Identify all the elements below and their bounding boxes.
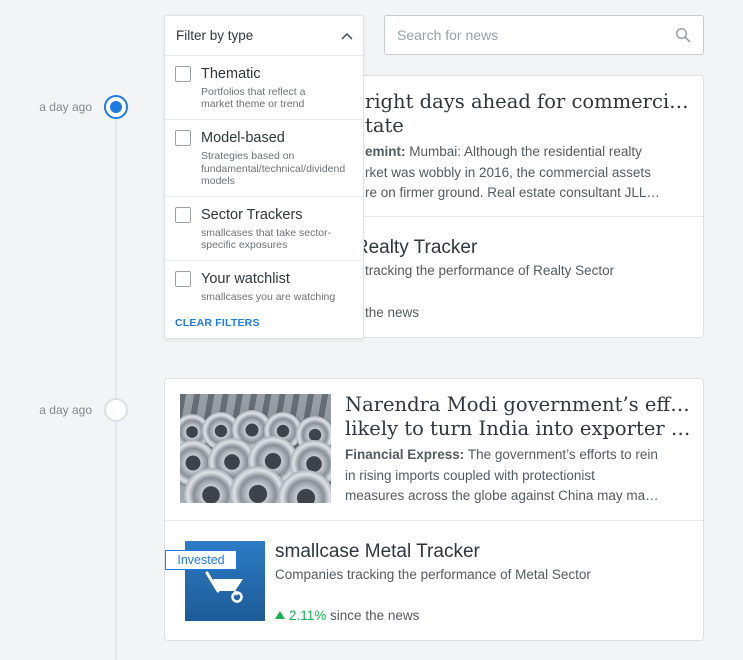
filter-option-watchlist[interactable]: Your watchlist smallcases you are watchi… [165,261,363,312]
card-divider [165,520,703,521]
smallcase-title[interactable]: smallcase Metal Tracker [275,541,480,563]
checkbox[interactable] [175,271,191,288]
news-title-line2[interactable]: likely to turn India into exporter of… [345,417,695,441]
news-body-line3: re on firmer ground. Real estate consult… [365,185,660,200]
filter-option-desc: smallcases that take sector-specific exp… [201,227,332,252]
search-box[interactable] [384,15,704,55]
news-image[interactable] [180,394,331,503]
chevron-up-icon[interactable] [340,29,354,43]
checkbox[interactable] [175,66,191,82]
filter-option-name: Sector Trackers [201,207,303,224]
filter-option-desc: Portfolios that reflect a market theme o… [201,86,306,111]
news-body-line1: Mumbai: Although the residential realty [409,144,642,159]
news-excerpt: Financial Express: The government’s effo… [345,445,695,507]
search-input[interactable] [397,25,667,45]
news-card[interactable]: Narendra Modi government’s efforts likel… [164,378,704,641]
news-body-line3: measures across the globe against China … [345,488,659,503]
news-title-line1[interactable]: right days ahead for commercial real [365,90,695,114]
search-icon[interactable] [675,27,691,43]
filter-option-desc: smallcases you are watching [201,291,336,304]
filter-option-name: Thematic [201,66,261,82]
change-percent: 2.11% [289,608,327,623]
news-excerpt: emint: Mumbai: Although the residential … [365,142,695,204]
checkbox[interactable] [175,207,191,224]
filter-option-model-based[interactable]: Model-based Strategies based on fundamen… [165,120,363,198]
news-body-line1: The government’s efforts to rein [467,447,658,462]
smallcase-change: 2.11% since the news [275,608,419,623]
news-body-line2: in rising imports coupled with protectio… [345,467,595,483]
smallcase-description: Companies tracking the performance of Me… [275,567,591,582]
filter-label: Filter by type [176,28,254,43]
up-arrow-icon [275,611,285,619]
filter-toggle[interactable]: Filter by type [165,16,363,56]
filter-option-name: Model-based [201,130,285,147]
news-source: emint: [365,144,406,159]
timeline-time: a day ago [39,100,92,114]
smallcase-change: the news [365,305,420,320]
news-source: Financial Express: [345,447,465,462]
invested-badge: Invested [165,550,237,570]
checkbox[interactable] [175,130,191,147]
timeline-time: a day ago [39,403,92,417]
filter-option-name: Your watchlist [201,271,290,288]
news-title-line1[interactable]: Narendra Modi government’s efforts [345,393,695,417]
filter-option-sector-trackers[interactable]: Sector Trackers smallcases that take sec… [165,197,363,262]
news-title-line2[interactable]: tate [365,114,695,138]
timeline-dot-active[interactable] [104,95,128,119]
filter-dropdown[interactable]: Filter by type Thematic Portfolios that … [164,15,364,339]
change-suffix: since the news [330,608,420,623]
clear-filters-link[interactable]: CLEAR FILTERS [165,313,363,338]
filter-option-thematic[interactable]: Thematic Portfolios that reflect a marke… [165,56,363,121]
timeline-line [115,106,117,660]
filter-option-desc: Strategies based on fundamental/technica… [201,150,346,187]
smallcase-description: tracking the performance of Realty Secto… [365,263,615,278]
timeline-dot[interactable] [104,398,128,422]
news-body-line2: rket was wobbly in 2016, the commercial … [365,164,651,180]
